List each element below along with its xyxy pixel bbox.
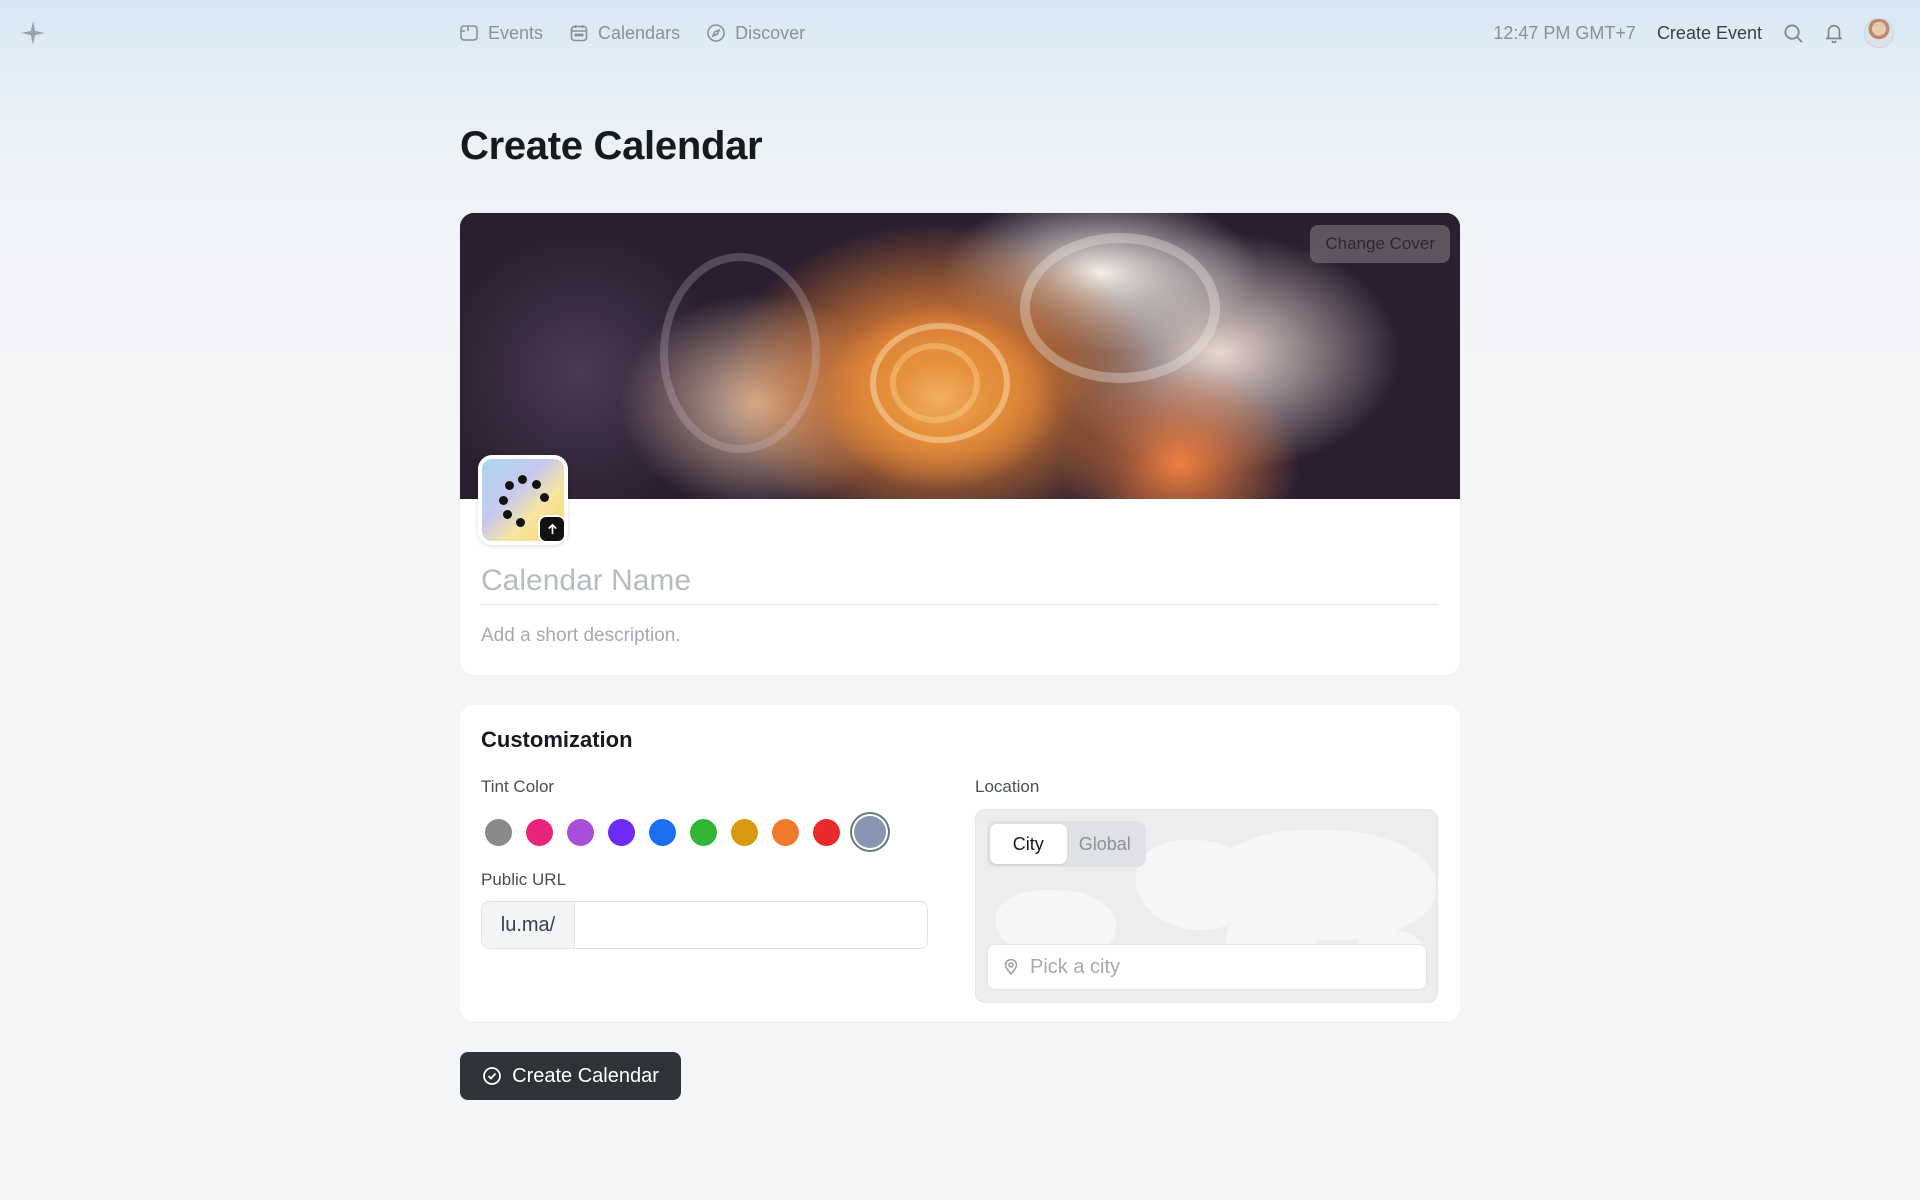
tint-swatch[interactable] [608,818,635,846]
change-cover-button[interactable]: Change Cover [1310,225,1450,263]
create-event-link[interactable]: Create Event [1657,23,1762,44]
upload-icon[interactable] [538,515,566,543]
user-avatar[interactable] [1864,18,1894,48]
create-calendar-button[interactable]: Create Calendar [460,1052,681,1100]
create-calendar-label: Create Calendar [512,1064,659,1087]
bell-icon[interactable] [1823,22,1845,44]
city-input[interactable] [1030,955,1426,979]
calendar-avatar[interactable] [478,455,568,545]
calendar-details-card: Change Cover [460,213,1460,675]
tint-swatch[interactable] [567,818,594,846]
top-right-nav: 12:47 PM GMT+7 Create Event [1493,16,1894,50]
current-time: 12:47 PM GMT+7 [1493,22,1636,43]
public-url-input[interactable] [575,902,927,948]
tab-city[interactable]: City [990,824,1067,864]
tint-swatch[interactable] [649,818,676,846]
public-url-label: Public URL [481,870,567,889]
main-nav: Events Calendars Discover [459,20,805,46]
tint-color-picker [485,816,886,848]
calendar-icon [570,25,588,42]
tab-global[interactable]: Global [1067,824,1144,864]
tint-swatch[interactable] [485,818,512,846]
tint-color-label: Tint Color [481,777,555,796]
location-label: Location [975,777,1040,796]
customization-card: Customization Tint Color Public URL lu.m… [460,705,1460,1021]
nav-calendars[interactable]: Calendars [569,20,680,46]
tint-swatch[interactable] [731,818,758,846]
nav-discover[interactable]: Discover [706,20,805,46]
description-input[interactable] [481,618,1438,654]
nav-discover-label: Discover [735,22,806,43]
public-url-field: lu.ma/ [481,901,928,949]
location-pin-icon [1004,958,1018,976]
location-tabs: City Global [987,821,1146,867]
tint-swatch[interactable] [854,816,886,848]
tint-swatch[interactable] [526,818,553,846]
check-circle-icon [483,1067,502,1085]
url-prefix: lu.ma/ [482,902,575,948]
nav-events-label: Events [488,22,544,43]
search-icon[interactable] [1782,22,1804,44]
tint-swatch[interactable] [772,818,799,846]
city-field [987,944,1427,990]
tint-swatch[interactable] [813,818,840,846]
page-title: Create Calendar [460,124,763,168]
tint-swatch[interactable] [690,818,717,846]
app-logo-icon[interactable] [20,20,46,46]
ticket-icon [460,25,478,41]
customization-title: Customization [481,727,633,752]
cover-image: Change Cover [460,213,1460,499]
location-map: City Global [975,809,1438,1003]
nav-calendars-label: Calendars [598,22,681,43]
nav-events[interactable]: Events [459,20,543,46]
calendar-name-input[interactable] [481,558,1438,605]
compass-icon [707,24,725,42]
